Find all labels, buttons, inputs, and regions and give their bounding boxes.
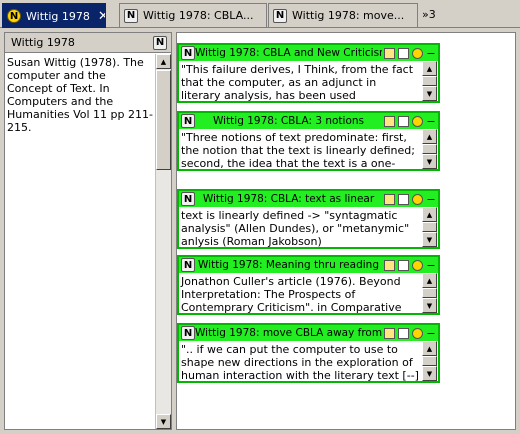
scroll-up-arrow-icon[interactable]: ▲: [422, 61, 437, 76]
note-card[interactable]: N Wittig 1978: CBLA: text as linear − text …: [177, 189, 440, 249]
scroll-down-arrow-icon[interactable]: ▼: [422, 154, 437, 169]
link-icon[interactable]: [412, 115, 423, 127]
window-icon[interactable]: [398, 327, 409, 339]
note-title: Wittig 1978: CBLA: text as linear: [202, 193, 375, 205]
tab-label: Wittig 1978: move...: [292, 9, 405, 22]
note-toolbar: −: [384, 327, 436, 339]
scroll-up-arrow-icon[interactable]: ▲: [156, 54, 171, 69]
note-text[interactable]: "Three notions of text predominate: firs…: [179, 131, 421, 169]
window-icon[interactable]: [398, 193, 409, 205]
note-title: Wittig 1978: CBLA and New Criticism: [195, 47, 382, 59]
note-icon[interactable]: N: [153, 35, 167, 50]
link-icon[interactable]: [412, 193, 423, 205]
note-icon: N: [181, 192, 195, 206]
note-text[interactable]: Jonathon Culler's article (1976). Beyond…: [179, 275, 421, 313]
close-icon[interactable]: ✕: [98, 9, 105, 24]
note-body: "Three notions of text predominate: firs…: [179, 129, 438, 169]
tab-label: Wittig 1978: [26, 9, 90, 23]
tab-wittig-move[interactable]: N Wittig 1978: move...: [268, 3, 418, 27]
scroll-thumb[interactable]: [156, 70, 171, 170]
note-body: ".. if we can put the computer to use to…: [179, 341, 438, 381]
note-scrollbar[interactable]: ▲ ▼: [422, 207, 437, 247]
note-card[interactable]: N Wittig 1978: CBLA: 3 notions − "Three not…: [177, 111, 440, 171]
note-toolbar: −: [384, 193, 436, 205]
source-note-header: Wittig 1978 N: [5, 33, 171, 53]
pin-icon[interactable]: [384, 47, 395, 59]
note-body: Jonathon Culler's article (1976). Beyond…: [179, 273, 438, 313]
source-note-title: Wittig 1978: [11, 36, 75, 49]
pin-icon[interactable]: [384, 115, 395, 127]
note-title: Wittig 1978: move CBLA away from NC: [195, 327, 382, 339]
link-icon[interactable]: [412, 47, 423, 59]
scroll-thumb[interactable]: [422, 356, 437, 366]
scroll-up-arrow-icon[interactable]: ▲: [422, 129, 437, 144]
note-icon: N: [7, 9, 21, 23]
notes-canvas[interactable]: N Wittig 1978: CBLA and New Criticism − "Th…: [176, 32, 516, 430]
minimize-icon[interactable]: −: [426, 48, 436, 59]
note-toolbar: −: [384, 47, 436, 59]
minimize-icon[interactable]: −: [426, 116, 436, 127]
note-text[interactable]: "This failure derives, I Think, from the…: [179, 63, 421, 101]
source-note-scrollbar[interactable]: ▲ ▼: [155, 54, 171, 429]
note-body: "This failure derives, I Think, from the…: [179, 61, 438, 101]
pin-icon[interactable]: [384, 193, 395, 205]
tab-overflow-button[interactable]: »3: [422, 8, 436, 21]
source-note-text[interactable]: Susan Wittig (1978). The computer and th…: [5, 54, 155, 429]
note-title-bar[interactable]: N Wittig 1978: CBLA: 3 notions −: [179, 113, 438, 129]
minimize-icon[interactable]: −: [426, 328, 436, 339]
window-icon[interactable]: [398, 115, 409, 127]
note-title-bar[interactable]: N Wittig 1978: Meaning thru reading −: [179, 257, 438, 273]
scroll-thumb[interactable]: [422, 222, 437, 232]
editor-tab-bar: N Wittig 1978 ✕ N Wittig 1978: CBLA... N…: [0, 0, 520, 28]
minimize-icon[interactable]: −: [426, 260, 436, 271]
note-icon: N: [273, 8, 287, 23]
note-scrollbar[interactable]: ▲ ▼: [422, 273, 437, 313]
scroll-up-arrow-icon[interactable]: ▲: [422, 207, 437, 222]
note-title: Wittig 1978: CBLA: 3 notions: [213, 115, 364, 127]
note-toolbar: −: [384, 259, 436, 271]
scroll-down-arrow-icon[interactable]: ▼: [422, 298, 437, 313]
scroll-up-arrow-icon[interactable]: ▲: [422, 273, 437, 288]
note-icon: N: [181, 46, 195, 60]
note-title: Wittig 1978: Meaning thru reading: [198, 259, 379, 271]
note-body: text is linearly defined -> "syntagmatic…: [179, 207, 438, 247]
note-icon: N: [181, 258, 195, 272]
note-toolbar: −: [384, 115, 436, 127]
scroll-thumb[interactable]: [422, 144, 437, 154]
note-icon: N: [181, 326, 195, 340]
note-icon: N: [181, 114, 195, 128]
scroll-thumb[interactable]: [422, 76, 437, 86]
window-icon[interactable]: [398, 47, 409, 59]
note-text[interactable]: ".. if we can put the computer to use to…: [179, 343, 421, 381]
note-card[interactable]: N Wittig 1978: CBLA and New Criticism − "Th…: [177, 43, 440, 103]
note-title-bar[interactable]: N Wittig 1978: CBLA: text as linear −: [179, 191, 438, 207]
note-title-bar[interactable]: N Wittig 1978: CBLA and New Criticism −: [179, 45, 438, 61]
pin-icon[interactable]: [384, 259, 395, 271]
note-card[interactable]: N Wittig 1978: Meaning thru reading − Jonat…: [177, 255, 440, 315]
source-note-panel: Wittig 1978 N Susan Wittig (1978). The c…: [4, 32, 172, 430]
note-icon: N: [124, 8, 138, 23]
scroll-down-arrow-icon[interactable]: ▼: [422, 366, 437, 381]
note-text[interactable]: text is linearly defined -> "syntagmatic…: [179, 209, 421, 247]
note-title-bar[interactable]: N Wittig 1978: move CBLA away from NC −: [179, 325, 438, 341]
window-icon[interactable]: [398, 259, 409, 271]
scroll-down-arrow-icon[interactable]: ▼: [156, 414, 171, 429]
scroll-down-arrow-icon[interactable]: ▼: [422, 232, 437, 247]
minimize-icon[interactable]: −: [426, 194, 436, 205]
note-scrollbar[interactable]: ▲ ▼: [422, 61, 437, 101]
note-card[interactable]: N Wittig 1978: move CBLA away from NC − "..…: [177, 323, 440, 383]
link-icon[interactable]: [412, 327, 423, 339]
scroll-up-arrow-icon[interactable]: ▲: [422, 341, 437, 356]
tab-wittig-1978[interactable]: N Wittig 1978 ✕: [2, 3, 106, 28]
scroll-thumb[interactable]: [422, 288, 437, 298]
note-scrollbar[interactable]: ▲ ▼: [422, 129, 437, 169]
tab-label: Wittig 1978: CBLA...: [143, 9, 254, 22]
pin-icon[interactable]: [384, 327, 395, 339]
tab-wittig-cbla[interactable]: N Wittig 1978: CBLA...: [119, 3, 267, 27]
link-icon[interactable]: [412, 259, 423, 271]
scroll-down-arrow-icon[interactable]: ▼: [422, 86, 437, 101]
note-scrollbar[interactable]: ▲ ▼: [422, 341, 437, 381]
